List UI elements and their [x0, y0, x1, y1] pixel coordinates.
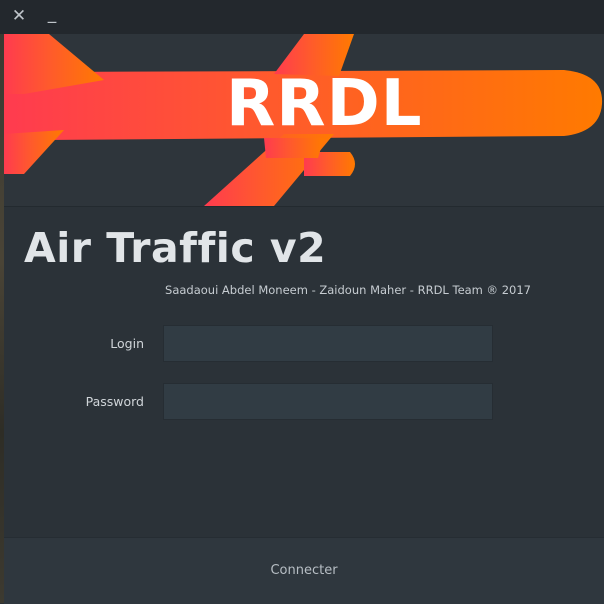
- login-label: Login: [110, 336, 144, 351]
- password-input[interactable]: [163, 383, 493, 420]
- close-icon[interactable]: ✕: [7, 4, 31, 28]
- connect-button[interactable]: Connecter: [4, 537, 604, 604]
- password-label: Password: [85, 394, 144, 409]
- title-bar: ✕ _: [0, 0, 604, 34]
- logo-text: RRDL: [226, 67, 423, 141]
- credits-text: Saadaoui Abdel Moneem - Zaidoun Maher - …: [165, 283, 531, 297]
- minimize-icon[interactable]: _: [40, 2, 64, 26]
- banner: RRDL: [4, 34, 604, 207]
- login-input[interactable]: [163, 325, 493, 362]
- login-window: ✕ _ RRDL Air Traffic v2 Saadaoui Abdel M…: [0, 0, 604, 604]
- app-title: Air Traffic v2: [24, 224, 327, 272]
